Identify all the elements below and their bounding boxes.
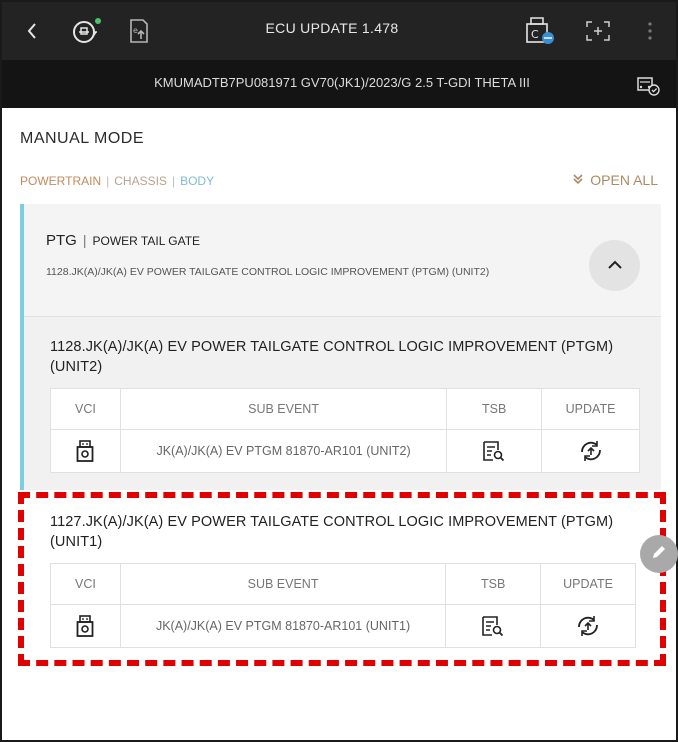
column-header-vci: VCI [50,388,121,430]
column-header-update: UPDATE [541,388,640,430]
vehicle-info-bar: KMUMADTB7PU081971 GV70(JK1)/2023/G 2.5 T… [2,60,676,108]
svg-text:C: C [531,28,539,41]
screen-capture-icon[interactable] [582,16,614,46]
vci-device-icon [76,440,94,462]
vehicle-info-icon[interactable] [634,72,660,101]
highlight-annotation [18,492,666,666]
vci-connection-icon[interactable]: C [522,16,558,46]
app-title: ECU UPDATE 1.478 [265,20,399,36]
tab-separator: | [171,174,176,188]
group-title: PTG | POWER TAIL GATE [46,232,200,249]
page-title: MANUAL MODE [20,130,145,147]
top-bar: e ECU UPDATE 1.478 C [2,2,676,60]
export-icon[interactable]: e [124,16,156,46]
event-title: 1128.JK(A)/JK(A) EV POWER TAILGATE CONTR… [50,339,614,375]
table-header-row: VCI SUB EVENT TSB UPDATE [50,388,640,430]
column-header-sub-event: SUB EVENT [119,388,448,430]
update-cycle-icon [578,441,604,461]
update-button[interactable] [541,429,640,473]
edit-floating-button[interactable] [640,535,678,573]
more-options-icon[interactable] [640,16,660,46]
svg-text:e: e [133,26,138,35]
back-icon[interactable] [20,16,44,46]
tab-body[interactable]: BODY [180,174,214,188]
open-all-label: OPEN ALL [590,172,658,188]
group-header[interactable]: PTG | POWER TAIL GATE 1128.JK(A)/JK(A) EV … [24,204,661,317]
group-description: 1128.JK(A)/JK(A) EV POWER TAILGATE CONTR… [46,266,490,278]
tsb-button[interactable] [446,429,543,473]
vci-cell [50,429,121,473]
double-chevron-down-icon [572,172,584,188]
group-name: POWER TAIL GATE [92,234,201,248]
category-tabs: POWERTRAIN | CHASSIS | BODY [20,174,214,188]
pencil-icon [650,543,668,566]
vehicle-scan-icon[interactable] [68,16,104,46]
vehicle-info-text: KMUMADTB7PU081971 GV70(JK1)/2023/G 2.5 T… [154,75,530,90]
group-separator: | [82,232,87,248]
sub-event-cell: JK(A)/JK(A) EV PTGM 81870-AR101 (UNIT2) [119,429,448,473]
open-all-button[interactable]: OPEN ALL [572,172,658,188]
tab-separator: | [106,174,110,188]
chevron-up-icon [607,257,623,275]
collapse-button[interactable] [589,240,640,291]
tab-chassis[interactable]: CHASSIS [114,174,167,188]
group-code: PTG [46,232,77,249]
column-header-tsb: TSB [446,388,543,430]
tab-powertrain[interactable]: POWERTRAIN [20,174,101,188]
table-row: JK(A)/JK(A) EV PTGM 81870-AR101 (UNIT2) [50,429,640,473]
document-search-icon [482,441,506,462]
ptg-group-card: PTG | POWER TAIL GATE 1128.JK(A)/JK(A) EV … [20,204,661,490]
event-table: VCI SUB EVENT TSB UPDATE JK(A)/JK(A) EV … [50,388,640,473]
